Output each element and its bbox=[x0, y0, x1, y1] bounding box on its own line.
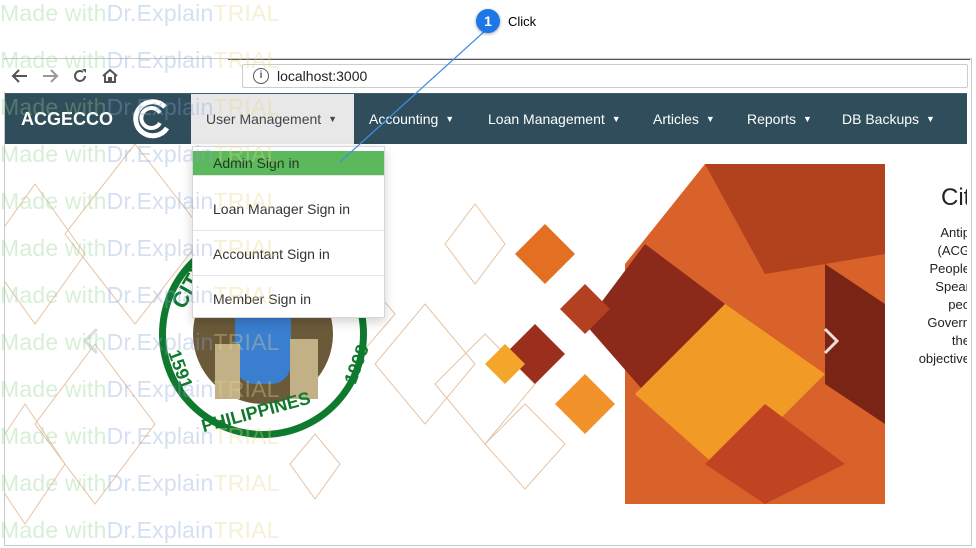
url-text: localhost:3000 bbox=[277, 68, 368, 84]
menu-label: Admin Sign in bbox=[213, 155, 300, 171]
caret-down-icon: ▼ bbox=[803, 114, 812, 124]
carousel-body: Antip (ACG People Spear peo Govern the o… bbox=[910, 224, 967, 368]
menu-item-loan-manager-sign-in[interactable]: Loan Manager Sign in bbox=[193, 187, 384, 231]
wm-dr: Dr.Explain bbox=[106, 0, 214, 26]
info-icon[interactable]: i bbox=[253, 68, 269, 84]
menu-item-accountant-sign-in[interactable]: Accountant Sign in bbox=[193, 232, 384, 276]
main-navbar: ACGECCO User Management ▼ Accounting ▼ L… bbox=[5, 93, 967, 145]
brand-name[interactable]: ACGECCO bbox=[21, 109, 113, 130]
nav-label: DB Backups bbox=[842, 111, 920, 127]
nav-articles[interactable]: Articles ▼ bbox=[653, 94, 715, 144]
menu-item-member-sign-in[interactable]: Member Sign in bbox=[193, 277, 384, 321]
carousel: CITY 1591 1998 PHILIPPINES Cit Antip (AC… bbox=[5, 144, 967, 544]
arrow-left-icon[interactable] bbox=[10, 66, 30, 86]
nav-user-management[interactable]: User Management ▼ bbox=[191, 94, 354, 144]
body-line: Govern bbox=[927, 315, 967, 330]
nav-db-backups[interactable]: DB Backups ▼ bbox=[842, 94, 935, 144]
nav-label: Loan Management bbox=[488, 111, 605, 127]
nav-reports[interactable]: Reports ▼ bbox=[747, 94, 812, 144]
nav-label: Reports bbox=[747, 111, 797, 127]
body-line: People bbox=[929, 261, 967, 276]
home-icon[interactable] bbox=[100, 66, 120, 86]
caret-down-icon: ▼ bbox=[445, 114, 455, 124]
body-line: objective bbox=[918, 351, 967, 366]
body-line: (ACG bbox=[937, 243, 968, 258]
menu-item-admin-sign-in[interactable]: Admin Sign in bbox=[193, 151, 384, 176]
menu-label: Accountant Sign in bbox=[213, 245, 330, 262]
nav-accounting[interactable]: Accounting ▼ bbox=[369, 94, 454, 144]
nav-label: Articles bbox=[653, 111, 699, 127]
nav-loan-management[interactable]: Loan Management ▼ bbox=[488, 94, 621, 144]
wm-trial: TRIAL bbox=[213, 0, 280, 26]
callout-badge: 1 bbox=[476, 9, 500, 33]
wm-made: Made with bbox=[0, 0, 107, 26]
arrow-right-icon[interactable] bbox=[40, 66, 60, 86]
address-bar[interactable]: i localhost:3000 bbox=[242, 64, 968, 88]
carousel-heading: Cit bbox=[941, 184, 967, 211]
caret-down-icon: ▼ bbox=[611, 114, 621, 124]
reload-icon[interactable] bbox=[70, 66, 90, 86]
body-line: Spear bbox=[935, 279, 967, 294]
caret-down-icon: ▼ bbox=[328, 114, 338, 124]
callout-label: Click bbox=[508, 14, 537, 29]
nav-label: Accounting bbox=[369, 111, 439, 127]
body-line: the bbox=[951, 333, 967, 348]
menu-label: Member Sign in bbox=[213, 291, 312, 307]
brand-logo[interactable] bbox=[127, 95, 175, 141]
user-management-dropdown: Admin Sign in Loan Manager Sign in Accou… bbox=[192, 146, 385, 318]
body-line: Antip bbox=[940, 225, 967, 240]
caret-down-icon: ▼ bbox=[926, 114, 935, 124]
caret-down-icon: ▼ bbox=[705, 114, 715, 124]
body-line: peo bbox=[948, 297, 967, 312]
carousel-background bbox=[5, 144, 885, 525]
nav-label: User Management bbox=[206, 111, 322, 127]
menu-label: Loan Manager Sign in bbox=[213, 200, 350, 217]
